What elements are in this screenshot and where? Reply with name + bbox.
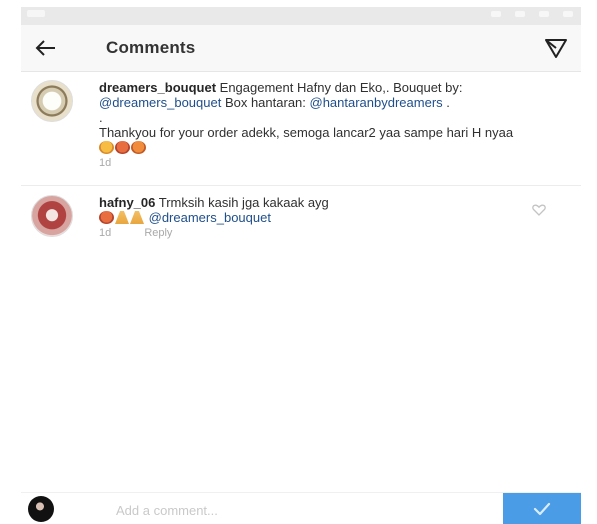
status-icon (563, 11, 573, 17)
comment-dot: . (99, 110, 103, 125)
comment-item: dreamers_bouquet Engagement Hafny dan Ek… (21, 78, 581, 186)
status-bar (21, 7, 581, 25)
comment-line: @dreamers_bouquet (99, 210, 529, 225)
back-arrow-icon[interactable] (33, 35, 59, 61)
pray-emoji-icon (130, 211, 144, 224)
status-icon (539, 11, 549, 17)
comment-body: hafny_06 Trmksih kasih jga kakaak ayg @d… (99, 195, 529, 241)
top-bar: Comments (21, 25, 581, 72)
status-icons (491, 11, 573, 17)
comment-username[interactable]: dreamers_bouquet (99, 80, 216, 95)
emoji-icon (131, 141, 146, 154)
emoji-icon (99, 211, 114, 224)
comment-line: Thankyou for your order adekk, semoga la… (99, 125, 529, 155)
comment-text: . (442, 95, 450, 110)
comment-text: Box hantaran: (221, 95, 310, 110)
avatar[interactable] (31, 195, 73, 237)
comment-meta: 1d Reply (99, 226, 529, 241)
status-icon (491, 11, 501, 17)
comment-mention[interactable]: @dreamers_bouquet (149, 210, 271, 225)
comment-body: dreamers_bouquet Engagement Hafny dan Ek… (99, 80, 529, 171)
comment-text: Thankyou for your order adekk, semoga la… (99, 125, 514, 140)
post-button[interactable] (503, 493, 581, 524)
comment-composer (21, 492, 581, 524)
pray-emoji-icon (115, 211, 129, 224)
status-left-icon (27, 10, 45, 17)
comment-item: hafny_06 Trmksih kasih jga kakaak ayg @d… (21, 193, 581, 253)
comment-time: 1d (99, 157, 112, 169)
heart-icon[interactable] (532, 204, 546, 216)
page-title: Comments (106, 38, 196, 57)
comment-mention[interactable]: @dreamers_bouquet (99, 95, 221, 110)
checkmark-icon (533, 502, 551, 516)
comment-text: Engagement Hafny dan Eko,. Bouquet by: (216, 80, 463, 95)
emoji-icon (115, 141, 130, 154)
comment-text: Trmksih kasih jga kakaak ayg (155, 195, 329, 210)
avatar (28, 496, 54, 522)
reply-link[interactable]: Reply (144, 227, 172, 239)
comment-mention[interactable]: @hantaranbydreamers (310, 95, 443, 110)
emoji-icon (99, 141, 114, 154)
status-icon (515, 11, 525, 17)
comment-input[interactable] (116, 501, 501, 519)
comment-time: 1d (99, 227, 112, 239)
comment-username[interactable]: hafny_06 (99, 195, 155, 210)
avatar[interactable] (31, 80, 73, 122)
paper-plane-icon[interactable] (543, 36, 569, 60)
